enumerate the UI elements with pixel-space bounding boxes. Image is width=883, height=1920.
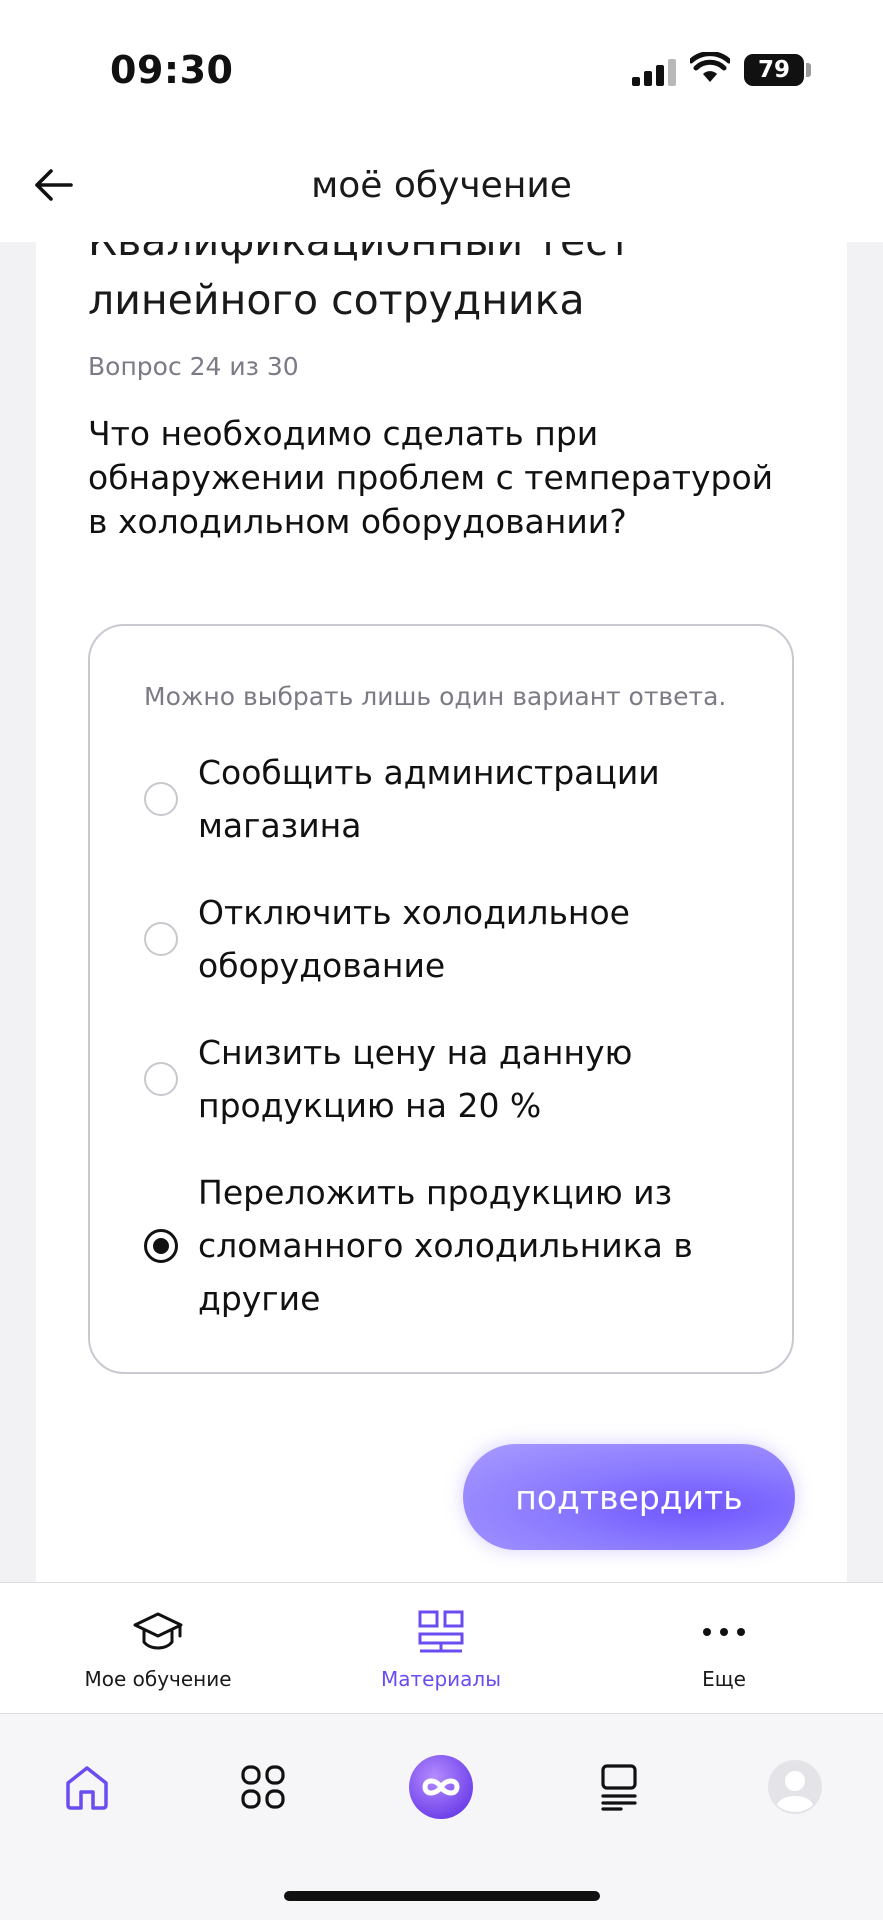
- battery-indicator: 79: [744, 54, 804, 86]
- status-time: 09:30: [110, 48, 234, 92]
- nav-label: Мое обучение: [84, 1667, 232, 1691]
- nav-materials[interactable]: Материалы: [331, 1609, 551, 1691]
- answer-option-label: Снизить цену на данную продукцию на 20 %: [198, 1033, 633, 1125]
- book-list-icon: [601, 1764, 637, 1811]
- infinity-logo-icon: [409, 1755, 473, 1819]
- radio-button[interactable]: [144, 922, 178, 956]
- radio-button-selected[interactable]: [144, 1228, 178, 1263]
- nav-my-learning[interactable]: Мое обучение: [48, 1609, 268, 1691]
- home-indicator: [284, 1891, 600, 1901]
- answer-hint: Можно выбрать лишь один вариант ответа.: [144, 682, 727, 711]
- home-icon: [66, 1766, 108, 1810]
- tab-main-logo[interactable]: [406, 1752, 476, 1822]
- battery-cap: [806, 63, 811, 77]
- answer-options-box: Можно выбрать лишь один вариант ответа. …: [88, 624, 794, 1374]
- answer-option-1[interactable]: Сообщить администрации магазина: [144, 746, 764, 852]
- nav-label: Материалы: [381, 1667, 501, 1691]
- answer-option-2[interactable]: Отключить холодильное оборудование: [144, 886, 764, 992]
- nav-more[interactable]: Еще: [614, 1609, 834, 1691]
- top-header: моё обучение: [0, 130, 883, 242]
- bottom-tab-bar: [0, 1714, 883, 1920]
- answer-option-label: Переложить продукцию из сломанного холод…: [198, 1173, 693, 1318]
- avatar-icon: [768, 1760, 822, 1814]
- apps-grid-icon: [241, 1765, 285, 1809]
- radio-button[interactable]: [144, 782, 178, 816]
- tab-apps[interactable]: [228, 1752, 298, 1822]
- tab-library[interactable]: [584, 1752, 654, 1822]
- more-dots-icon: [703, 1628, 745, 1636]
- answer-option-label: Отключить холодильное оборудование: [198, 893, 630, 985]
- nav-label: Еще: [702, 1667, 746, 1691]
- confirm-button[interactable]: подтвердить: [463, 1444, 795, 1550]
- tab-profile[interactable]: [760, 1752, 830, 1822]
- cellular-signal-icon: [632, 58, 676, 86]
- page-title: моё обучение: [311, 165, 572, 206]
- question-counter: Вопрос 24 из 30: [88, 352, 299, 381]
- answer-option-label: Сообщить администрации магазина: [198, 753, 660, 845]
- graduation-cap-icon: [133, 1612, 183, 1650]
- answer-option-4[interactable]: Переложить продукцию из сломанного холод…: [144, 1166, 764, 1325]
- answer-option-3[interactable]: Снизить цену на данную продукцию на 20 %: [144, 1026, 764, 1132]
- radio-button[interactable]: [144, 1062, 178, 1096]
- section-navigation: Мое обучение Материалы Еще: [0, 1582, 883, 1714]
- materials-grid-icon: [418, 1610, 464, 1653]
- wifi-icon: [690, 52, 730, 82]
- status-bar: 09:30 79: [0, 0, 883, 130]
- tab-home[interactable]: [52, 1752, 122, 1822]
- question-text: Что необходимо сделать при обнаружении п…: [88, 414, 774, 541]
